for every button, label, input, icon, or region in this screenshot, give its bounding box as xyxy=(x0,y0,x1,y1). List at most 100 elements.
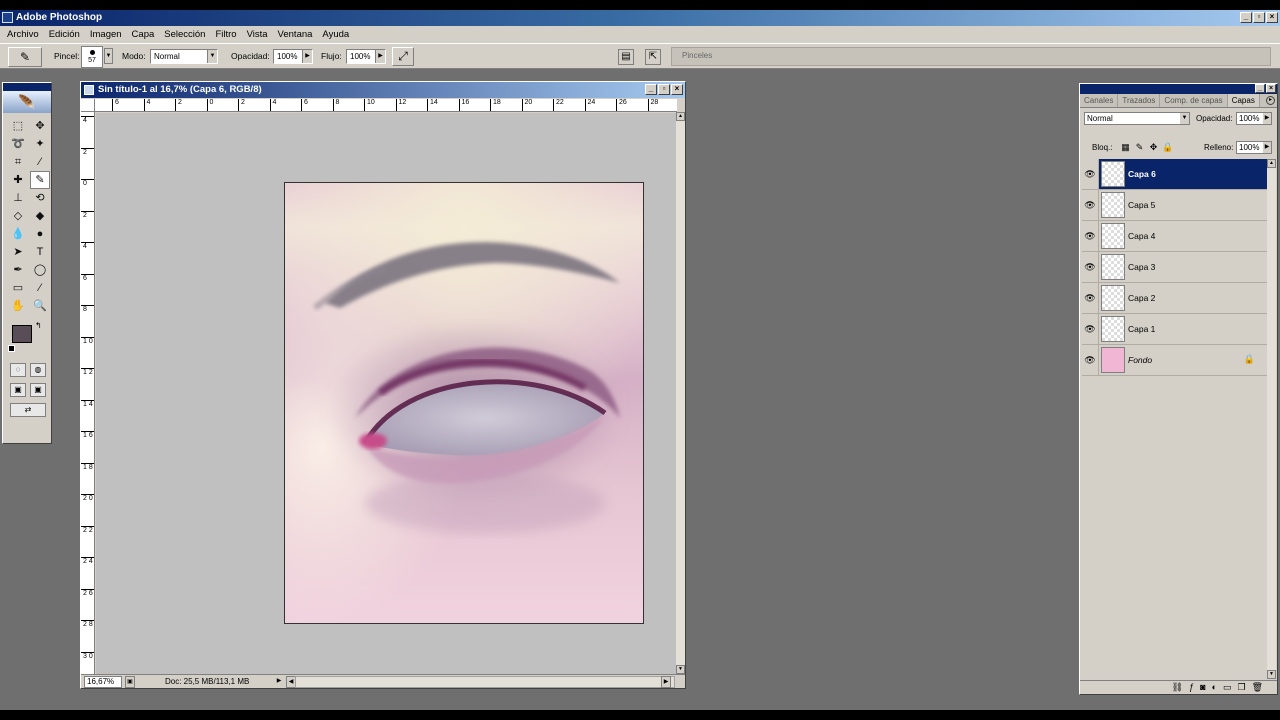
opacity-field[interactable]: 100% ▶ xyxy=(273,49,313,64)
document-close-button[interactable]: × xyxy=(671,84,683,95)
zoom-tool-icon[interactable]: 🔍 xyxy=(30,297,50,315)
app-maximize-button[interactable]: ▫ xyxy=(1253,12,1265,23)
eraser-tool-icon[interactable]: ◇ xyxy=(8,207,28,225)
app-minimize-button[interactable]: _ xyxy=(1240,12,1252,23)
lock-position-icon[interactable]: ✥ xyxy=(1148,142,1159,153)
layer-row-capa-3[interactable]: 👁 Capa 3 xyxy=(1082,252,1267,283)
layer-row-fondo[interactable]: 👁 Fondo 🔒 xyxy=(1082,345,1267,376)
eye-icon[interactable]: 👁 xyxy=(1082,345,1099,375)
eye-icon[interactable]: 👁 xyxy=(1082,283,1099,313)
flow-field[interactable]: 100% ▶ xyxy=(346,49,386,64)
magic-wand-tool-icon[interactable]: ✦ xyxy=(30,135,50,153)
layer-mask-icon[interactable]: ◙ xyxy=(1200,681,1205,694)
history-brush-tool-icon[interactable]: ⟲ xyxy=(30,189,50,207)
vertical-ruler[interactable]: 4 2 0 2 4 6 8 1 0 1 2 1 4 1 6 1 8 2 0 2 2 2 4 2 6 2 8 3 0 xyxy=(81,112,95,674)
eye-painting-canvas[interactable] xyxy=(284,182,644,624)
tab-layers[interactable]: Capas xyxy=(1227,94,1260,107)
chevron-right-icon[interactable]: ▶ xyxy=(1263,113,1271,124)
menu-edicion[interactable]: Edición xyxy=(44,26,85,43)
slice-tool-icon[interactable]: ⁄ xyxy=(30,153,50,171)
chevron-right-icon[interactable]: ▶ xyxy=(1263,142,1271,153)
menu-seleccion[interactable]: Selección xyxy=(159,26,210,43)
scroll-right-arrow[interactable]: ▶ xyxy=(661,676,671,688)
tool-preset-picker[interactable]: ✎ xyxy=(8,47,42,67)
hand-tool-icon[interactable]: ✋ xyxy=(8,297,28,315)
path-selection-tool-icon[interactable]: ➤ xyxy=(8,243,28,261)
horizontal-ruler[interactable]: 6 4 2 0 2 4 6 8 10 12 14 16 18 20 22 24 26 28 xyxy=(95,99,677,112)
foreground-color-swatch[interactable] xyxy=(12,325,32,343)
eyedropper-tool-icon[interactable]: ⁄ xyxy=(30,279,50,297)
airbrush-toggle[interactable]: ⤢ xyxy=(392,47,414,66)
document-minimize-button[interactable]: _ xyxy=(645,84,657,95)
tab-paths[interactable]: Trazados xyxy=(1118,94,1161,107)
lock-transparency-icon[interactable]: ▦ xyxy=(1120,142,1131,153)
menu-filtro[interactable]: Filtro xyxy=(210,26,241,43)
lock-all-icon[interactable]: 🔒 xyxy=(1162,142,1173,153)
document-maximize-button[interactable]: ▫ xyxy=(658,84,670,95)
tab-layer-comps[interactable]: Comp. de capas xyxy=(1160,94,1228,107)
move-tool-icon[interactable]: ✥ xyxy=(30,117,50,135)
ruler-origin[interactable] xyxy=(81,99,95,112)
blur-tool-icon[interactable]: 💧 xyxy=(8,225,28,243)
app-close-button[interactable]: × xyxy=(1266,12,1278,23)
palette-well-tab-brushes[interactable]: Pinceles xyxy=(678,51,716,60)
menu-ayuda[interactable]: Ayuda xyxy=(317,26,354,43)
menu-ventana[interactable]: Ventana xyxy=(273,26,318,43)
menu-vista[interactable]: Vista xyxy=(242,26,273,43)
layer-row-capa-2[interactable]: 👁 Capa 2 xyxy=(1082,283,1267,314)
document-title-bar[interactable]: Sin título-1 al 16,7% (Capa 6, RGB/8) _ … xyxy=(81,82,685,98)
chevron-right-icon[interactable]: ▶ xyxy=(302,50,312,63)
mode-select[interactable]: Normal ▼ xyxy=(150,49,218,64)
eye-icon[interactable]: 👁 xyxy=(1082,252,1099,282)
brush-preset-picker[interactable]: 57 xyxy=(81,46,103,68)
menu-archivo[interactable]: Archivo xyxy=(2,26,44,43)
scroll-up-arrow[interactable]: ▲ xyxy=(676,112,685,121)
menu-imagen[interactable]: Imagen xyxy=(85,26,127,43)
layers-palette-header[interactable]: _ × xyxy=(1080,84,1277,94)
document-vertical-scrollbar[interactable]: ▲ ▼ xyxy=(676,112,685,674)
palette-menu-icon[interactable]: ▸ xyxy=(1266,96,1275,105)
file-browser-button[interactable]: ▤ xyxy=(618,49,634,65)
scroll-up-arrow[interactable]: ▲ xyxy=(1267,159,1276,168)
jump-to-imageready-icon[interactable]: ⇄ xyxy=(10,403,46,417)
default-colors-icon[interactable] xyxy=(8,345,15,352)
brush-dropdown-arrow[interactable]: ▼ xyxy=(104,48,113,64)
layer-style-icon[interactable]: ƒ xyxy=(1189,681,1194,694)
go-to-imageready-button[interactable]: ⇱ xyxy=(645,49,661,65)
layer-row-capa-1[interactable]: 👁 Capa 1 xyxy=(1082,314,1267,345)
clone-stamp-tool-icon[interactable]: ⊥ xyxy=(8,189,28,207)
doc-size-info[interactable]: Doc: 25,5 MB/113,1 MB xyxy=(165,676,249,688)
quick-mask-mode-icon[interactable]: ◍ xyxy=(30,363,46,377)
zoom-field[interactable]: 16,67% xyxy=(84,676,122,688)
status-info-button[interactable]: ▣ xyxy=(125,676,135,688)
lasso-tool-icon[interactable]: ➰ xyxy=(8,135,28,153)
tab-channels[interactable]: Canales xyxy=(1080,94,1119,107)
crop-tool-icon[interactable]: ⌗ xyxy=(8,153,28,171)
layer-opacity-field[interactable]: 100% ▶ xyxy=(1236,112,1272,125)
menu-capa[interactable]: Capa xyxy=(127,26,160,43)
standard-screen-mode-icon[interactable]: ▣ xyxy=(10,383,26,397)
status-menu-arrow[interactable]: ▶ xyxy=(274,676,284,688)
eye-icon[interactable]: 👁 xyxy=(1082,159,1099,189)
eye-icon[interactable]: 👁 xyxy=(1082,221,1099,251)
scroll-down-arrow[interactable]: ▼ xyxy=(1267,670,1276,679)
eye-icon[interactable]: 👁 xyxy=(1082,314,1099,344)
paint-bucket-tool-icon[interactable]: ◆ xyxy=(30,207,50,225)
new-layer-icon[interactable]: ❐ xyxy=(1237,681,1245,694)
photoshop-feather-logo[interactable]: 🪶 xyxy=(3,91,51,113)
chevron-right-icon[interactable]: ▶ xyxy=(375,50,385,63)
layer-row-capa-6[interactable]: 👁 Capa 6 xyxy=(1082,159,1267,190)
dodge-tool-icon[interactable]: ● xyxy=(30,225,50,243)
marquee-tool-icon[interactable]: ⬚ xyxy=(8,117,28,135)
shape-tool-icon[interactable]: ◯ xyxy=(30,261,50,279)
layer-blend-mode-select[interactable]: Normal ▼ xyxy=(1084,112,1190,125)
standard-mode-icon[interactable]: ◌ xyxy=(10,363,26,377)
layer-row-capa-5[interactable]: 👁 Capa 5 xyxy=(1082,190,1267,221)
toolbox-header[interactable] xyxy=(3,83,51,91)
eye-icon[interactable]: 👁 xyxy=(1082,190,1099,220)
scroll-down-arrow[interactable]: ▼ xyxy=(676,665,685,674)
pen-tool-icon[interactable]: ✒ xyxy=(8,261,28,279)
link-layers-icon[interactable]: ⛓ xyxy=(1172,681,1183,694)
lock-image-icon[interactable]: ✎ xyxy=(1134,142,1145,153)
trash-icon[interactable]: 🗑 xyxy=(1252,681,1263,694)
